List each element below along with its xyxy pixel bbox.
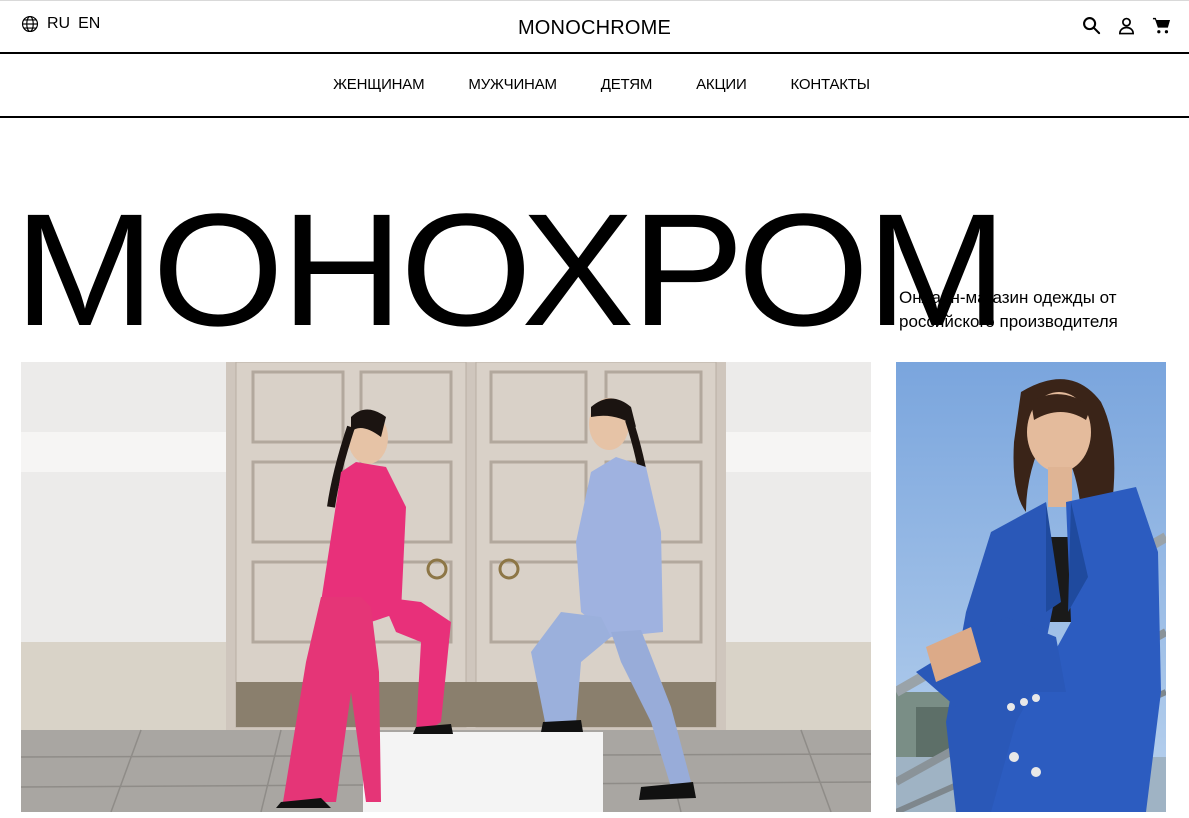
hero-subtitle: Онлайн-магазин одежды от российского про… [899, 288, 1118, 331]
hero-photo-main[interactable] [21, 362, 871, 812]
nav-item-contacts[interactable]: КОНТАКТЫ [791, 76, 871, 93]
main-nav-list: ЖЕНЩИНАМ МУЖЧИНАМ ДЕТЯМ АКЦИИ КОНТАКТЫ [319, 76, 870, 94]
site-logo[interactable]: MONOCHROME [518, 17, 671, 39]
cart-icon[interactable] [1152, 16, 1171, 35]
top-bar: RU EN MONOCHROME [0, 0, 1189, 54]
hero-title: МОНОХРОМ [14, 180, 1007, 359]
nav-item-men[interactable]: МУЖЧИНАМ [468, 76, 557, 93]
model-blazer-illustration [896, 362, 1166, 812]
main-nav: ЖЕНЩИНАМ МУЖЧИНАМ ДЕТЯМ АКЦИИ КОНТАКТЫ [0, 54, 1189, 118]
two-models-illustration [21, 362, 871, 812]
nav-item-kids[interactable]: ДЕТЯМ [601, 76, 653, 93]
nav-item-sale[interactable]: АКЦИИ [696, 76, 747, 93]
hero-photo-side[interactable] [896, 362, 1166, 812]
nav-item-women[interactable]: ЖЕНЩИНАМ [333, 76, 424, 93]
site-logo-container: MONOCHROME [0, 17, 1189, 40]
header-tools [1082, 16, 1171, 35]
search-icon[interactable] [1082, 16, 1101, 35]
user-icon[interactable] [1117, 16, 1136, 35]
